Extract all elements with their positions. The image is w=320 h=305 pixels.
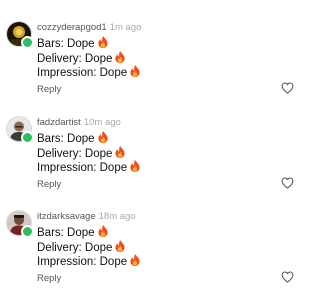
username[interactable]: itzdarksavage xyxy=(37,211,96,222)
online-status-dot xyxy=(21,225,34,238)
comment-line: Bars: Dope xyxy=(37,131,140,146)
comment-line-text: Delivery: Dope xyxy=(37,147,113,160)
reply-button[interactable]: Reply xyxy=(37,84,61,95)
timestamp: 1m ago xyxy=(109,22,142,33)
comment-line: Delivery: Dope xyxy=(37,239,140,255)
timestamp: 18m ago xyxy=(98,211,136,222)
avatar[interactable] xyxy=(6,21,34,49)
comment-item: cozzyderapgod1 1m ago Bars: Dope Delivery… xyxy=(0,21,300,116)
comment-item: itzdarksavage 18m ago Bars: Dope Delivery… xyxy=(0,210,300,305)
comment-line: Impression: Dope xyxy=(37,160,140,175)
comment-text: Bars: Dope Delivery: Dope Impression: Do… xyxy=(37,131,140,175)
comment-item: fadzdartist 10m ago Bars: Dope Delivery: … xyxy=(0,116,300,211)
avatar[interactable] xyxy=(6,116,34,144)
comment-line: Impression: Dope xyxy=(37,254,140,269)
fire-emoji-icon xyxy=(115,145,126,158)
comment-line: Bars: Dope xyxy=(37,36,140,51)
comment-line-text: Delivery: Dope xyxy=(37,52,113,65)
comment-line-text: Impression: Dope xyxy=(37,67,128,79)
fire-emoji-icon xyxy=(130,160,140,172)
online-status-dot xyxy=(21,36,34,49)
comment-line-text: Impression: Dope xyxy=(37,256,128,268)
fire-emoji-icon xyxy=(97,36,108,48)
fire-emoji-icon xyxy=(130,254,140,266)
comment-line-text: Bars: Dope xyxy=(37,38,95,50)
comment-line-text: Impression: Dope xyxy=(37,162,128,174)
comment-line-text: Bars: Dope xyxy=(37,227,95,239)
fire-emoji-icon xyxy=(130,65,140,77)
comment-header: fadzdartist 10m ago xyxy=(37,117,121,129)
comment-line-text: Bars: Dope xyxy=(37,133,95,145)
reply-button[interactable]: Reply xyxy=(37,179,61,190)
heart-icon[interactable] xyxy=(281,82,294,94)
comment-line: Delivery: Dope xyxy=(37,50,140,66)
avatar[interactable] xyxy=(6,210,34,238)
fire-emoji-icon xyxy=(115,239,126,252)
reply-button[interactable]: Reply xyxy=(37,273,61,284)
timestamp: 10m ago xyxy=(83,117,121,128)
comment-text: Bars: Dope Delivery: Dope Impression: Do… xyxy=(37,36,140,80)
fire-emoji-icon xyxy=(97,131,108,143)
comment-line: Bars: Dope xyxy=(37,225,140,240)
comment-line: Delivery: Dope xyxy=(37,145,140,161)
online-status-dot xyxy=(21,131,34,144)
username[interactable]: fadzdartist xyxy=(37,117,81,128)
comment-header: cozzyderapgod1 1m ago xyxy=(37,22,141,34)
heart-icon[interactable] xyxy=(281,271,294,283)
username[interactable]: cozzyderapgod1 xyxy=(37,22,107,33)
fire-emoji-icon xyxy=(115,50,126,63)
heart-icon[interactable] xyxy=(281,177,294,189)
comment-line: Impression: Dope xyxy=(37,65,140,80)
comment-text: Bars: Dope Delivery: Dope Impression: Do… xyxy=(37,225,140,269)
comment-line-text: Delivery: Dope xyxy=(37,241,113,254)
fire-emoji-icon xyxy=(97,225,108,237)
comment-header: itzdarksavage 18m ago xyxy=(37,211,136,223)
